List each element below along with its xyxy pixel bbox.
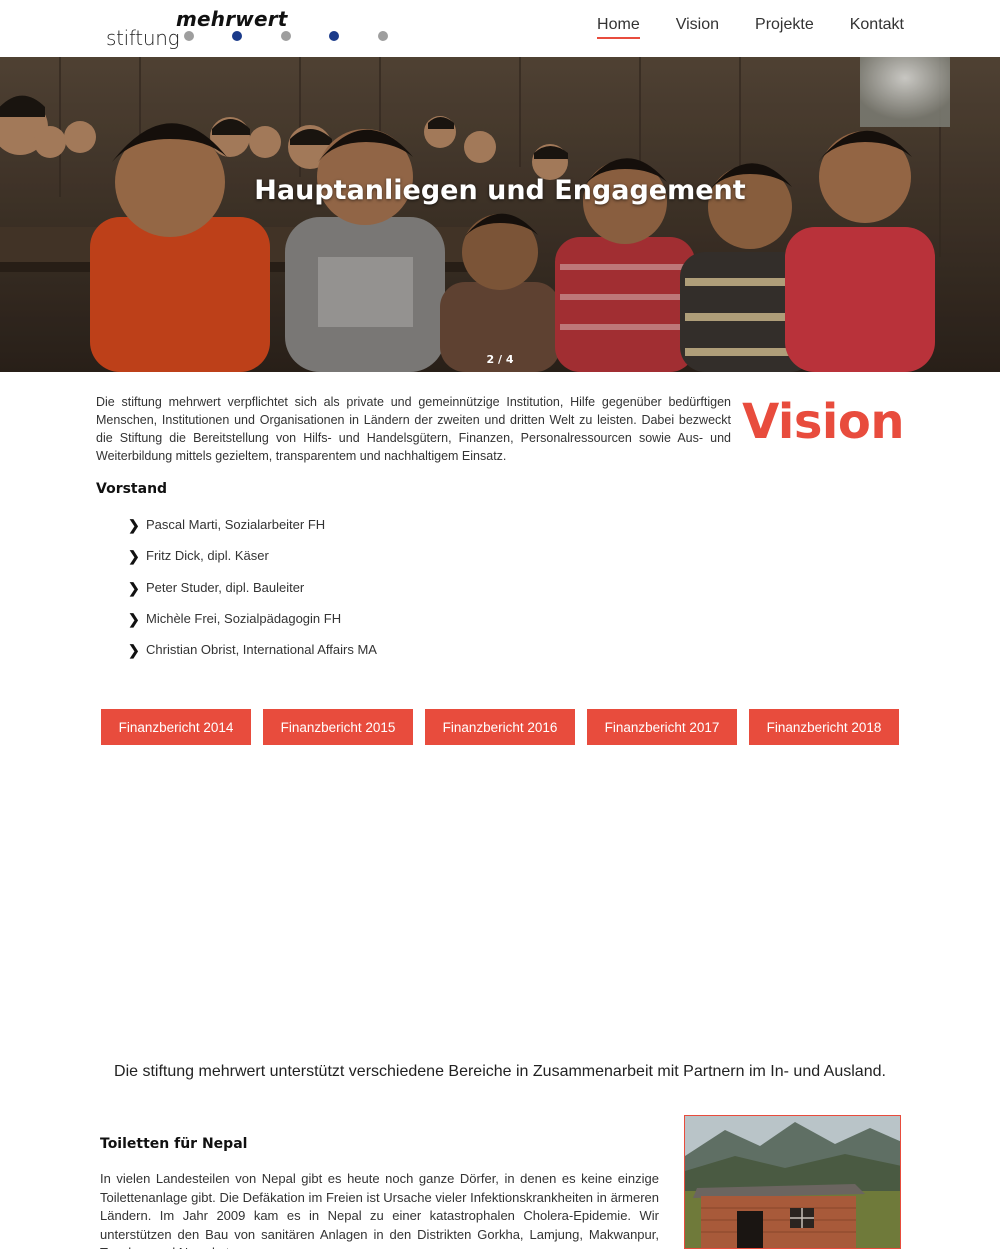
nav-kontakt[interactable]: Kontakt [850, 16, 904, 39]
hero-title: Hauptanliegen und Engagement [254, 175, 746, 206]
board-list: ❯ Pascal Marti, Sozialarbeiter FH ❯ Frit… [128, 517, 377, 673]
nav-projekte[interactable]: Projekte [755, 16, 814, 39]
nav-home[interactable]: Home [597, 16, 640, 39]
logo-dot [232, 31, 242, 41]
report-2018-button[interactable]: Finanzbericht 2018 [749, 709, 899, 745]
chevron-right-icon: ❯ [128, 579, 140, 596]
report-2014-button[interactable]: Finanzbericht 2014 [101, 709, 251, 745]
main-nav: Home Vision Projekte Kontakt [597, 16, 904, 39]
brand-logo[interactable]: stiftung mehrwert [106, 6, 406, 52]
chevron-right-icon: ❯ [128, 610, 140, 627]
logo-dot [329, 31, 339, 41]
list-item: ❯ Peter Studer, dipl. Bauleiter [128, 580, 377, 611]
logo-word-mehrwert: mehrwert [176, 7, 288, 31]
board-member: Fritz Dick, dipl. Käser [146, 548, 269, 564]
board-member: Christian Obrist, International Affairs … [146, 642, 377, 658]
logo-dot [378, 31, 388, 41]
vision-heading: Vision [742, 394, 904, 450]
nav-vision[interactable]: Vision [676, 16, 719, 39]
slide-counter: 2 / 4 [486, 353, 514, 366]
project-title: Toiletten für Nepal [100, 1136, 248, 1152]
chevron-right-icon: ❯ [128, 642, 140, 659]
report-2017-button[interactable]: Finanzbericht 2017 [587, 709, 737, 745]
logo-dot [281, 31, 291, 41]
hero-slideshow[interactable]: Hauptanliegen und Engagement 2 / 4 [0, 57, 1000, 372]
board-member: Peter Studer, dipl. Bauleiter [146, 579, 305, 595]
list-item: ❯ Fritz Dick, dipl. Käser [128, 548, 377, 579]
report-2015-button[interactable]: Finanzbericht 2015 [263, 709, 413, 745]
project-description: In vielen Landesteilen von Nepal gibt es… [100, 1171, 659, 1249]
nepal-hut-photo [685, 1116, 900, 1248]
projects-intro-text: Die stiftung mehrwert unterstützt versch… [114, 1063, 886, 1080]
hero-photo-children-classroom [0, 57, 1000, 372]
board-member: Michèle Frei, Sozialpädagogin FH [146, 610, 342, 626]
logo-dot [184, 31, 194, 41]
list-item: ❯ Christian Obrist, International Affair… [128, 642, 377, 673]
finance-report-buttons: Finanzbericht 2014 Finanzbericht 2015 Fi… [101, 709, 899, 745]
report-2016-button[interactable]: Finanzbericht 2016 [425, 709, 575, 745]
list-item: ❯ Michèle Frei, Sozialpädagogin FH [128, 611, 377, 642]
logo-word-stiftung: stiftung [106, 26, 180, 50]
list-item: ❯ Pascal Marti, Sozialarbeiter FH [128, 517, 377, 548]
site-header: stiftung mehrwert Home Vision Projekte K… [0, 0, 1000, 57]
vision-intro-text: Die stiftung mehrwert verpflichtet sich … [96, 395, 731, 463]
board-title: Vorstand [96, 481, 168, 497]
chevron-right-icon: ❯ [128, 548, 140, 565]
chevron-right-icon: ❯ [128, 517, 140, 533]
board-member: Pascal Marti, Sozialarbeiter FH [146, 517, 326, 532]
project-image-nepal-hut[interactable] [684, 1115, 901, 1249]
